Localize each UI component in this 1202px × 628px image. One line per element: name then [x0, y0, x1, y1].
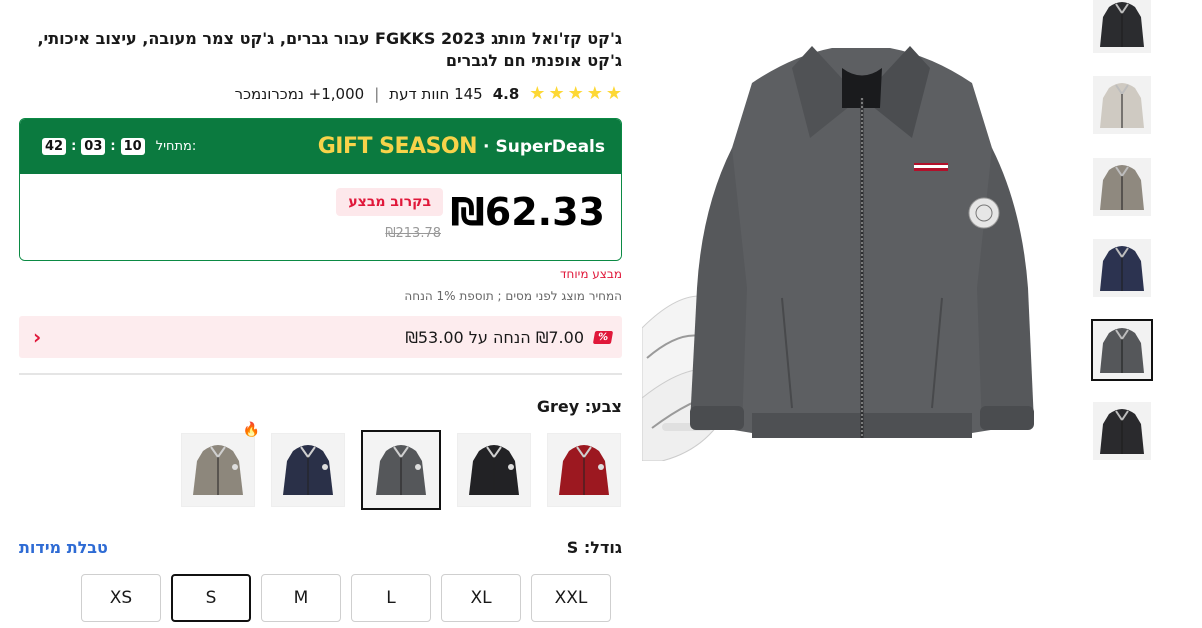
countdown-separator: :	[71, 139, 77, 154]
color-swatch-grey[interactable]	[361, 430, 441, 510]
discount-content: % ₪7.00 הנחה על ₪53.00	[405, 327, 614, 347]
color-label: צבע: Grey	[536, 397, 622, 416]
color-swatch-navy[interactable]	[271, 433, 345, 507]
thumbnail-jacket-image	[1100, 2, 1144, 47]
countdown-label: מתחיל:	[155, 139, 197, 154]
main-product-image[interactable]	[642, 28, 1076, 461]
star-icon: ★	[586, 83, 603, 104]
gallery-thumbnail[interactable]	[1093, 158, 1151, 216]
color-swatch-khaki[interactable]: 🔥	[181, 422, 260, 507]
original-price: ₪213.78	[385, 226, 441, 241]
countdown-seconds: 42	[42, 138, 67, 155]
swatch-jacket-image	[559, 445, 609, 495]
superdeals-dot: ·	[483, 136, 490, 157]
sold-count: 1,000+ נמכרונמכר	[234, 85, 365, 103]
gallery-thumbnail[interactable]	[1091, 319, 1153, 381]
thumbnail-jacket-image	[1100, 246, 1144, 291]
color-swatch-black[interactable]	[457, 433, 531, 507]
size-chart-link[interactable]: טבלת מידות	[19, 538, 108, 557]
upcoming-deal-badge: בקרוב מבצע	[336, 188, 443, 216]
gallery-thumbnail[interactable]	[1093, 239, 1151, 297]
tax-note: המחיר מוצג לפני מסים ; תוספת 1% הנחה	[404, 289, 622, 303]
product-info: ג'קט קז'ואל מותג FGKKS 2023 עבור גברים, …	[19, 28, 622, 622]
color-swatch-red[interactable]	[547, 433, 621, 507]
countdown-hours: 10	[120, 138, 145, 155]
star-icon: ★	[529, 83, 546, 104]
rating-stars: ★ ★ ★ ★ ★	[529, 85, 622, 103]
thumbnail-jacket-image	[1100, 328, 1144, 373]
swatch-jacket-image	[193, 445, 243, 495]
rating-value: 4.8	[492, 85, 520, 103]
star-icon: ★	[567, 83, 584, 104]
thumbnail-jacket-image	[1100, 409, 1144, 454]
gallery-thumbnail[interactable]	[1093, 0, 1151, 53]
gallery-thumbnail[interactable]	[1093, 402, 1151, 460]
swatch-jacket-image	[469, 445, 519, 495]
size-option-m[interactable]: M	[261, 574, 341, 622]
coupon-discount-bar[interactable]: % ₪7.00 הנחה על ₪53.00 ‹	[19, 316, 622, 358]
current-price: ₪62.33	[450, 190, 605, 234]
size-option-xl[interactable]: XL	[441, 574, 521, 622]
size-label: גודל: S	[566, 538, 622, 557]
discount-text: ₪7.00 הנחה על ₪53.00	[405, 327, 584, 347]
deal-header: 42 : 03 : 10 מתחיל: GIFT SEASON · SuperD…	[20, 119, 621, 174]
countdown-separator: :	[110, 139, 116, 154]
chevron-left-icon[interactable]: ‹	[33, 325, 41, 349]
countdown-minutes: 03	[81, 138, 106, 155]
thumbnail-strip	[1091, 0, 1153, 628]
star-icon: ★	[605, 83, 622, 104]
rating-row[interactable]: ★ ★ ★ ★ ★ 4.8 145 חוות דעת | 1,000+ נמכר…	[19, 85, 622, 104]
gallery-thumbnail[interactable]	[1093, 76, 1151, 134]
swatch-jacket-image	[283, 445, 333, 495]
product-title: ג'קט קז'ואל מותג FGKKS 2023 עבור גברים, …	[37, 29, 622, 70]
jacket-image	[642, 46, 1034, 461]
size-option-xxl[interactable]: XXL	[531, 574, 611, 622]
reviews-link[interactable]: 145 חוות דעת	[389, 85, 482, 103]
swatch-jacket-image	[376, 445, 426, 495]
deal-brand: GIFT SEASON · SuperDeals	[318, 134, 605, 159]
divider	[19, 373, 622, 375]
separator: |	[374, 85, 380, 103]
percent-icon: %	[592, 330, 614, 344]
gift-season-logo: GIFT SEASON	[317, 134, 478, 159]
thumbnail-jacket-image	[1100, 165, 1144, 210]
size-option-s[interactable]: S	[171, 574, 251, 622]
size-option-l[interactable]: L	[351, 574, 431, 622]
countdown: 42 : 03 : 10 מתחיל:	[42, 138, 196, 155]
star-icon: ★	[548, 83, 565, 104]
superdeals-box: 42 : 03 : 10 מתחיל: GIFT SEASON · SuperD…	[19, 118, 622, 261]
size-options: XXL XL L M S XS	[19, 574, 622, 622]
deal-body: ₪62.33 בקרוב מבצע ₪213.78	[20, 174, 621, 260]
size-row: גודל: S טבלת מידות	[19, 538, 622, 557]
thumbnail-jacket-image	[1100, 83, 1144, 128]
size-option-xs[interactable]: XS	[81, 574, 161, 622]
color-swatches: 🔥	[19, 422, 622, 510]
hot-flame-icon: 🔥	[242, 422, 260, 438]
special-deal-label: מבצע מיוחד	[559, 267, 622, 281]
superdeals-label: SuperDeals	[495, 136, 606, 157]
